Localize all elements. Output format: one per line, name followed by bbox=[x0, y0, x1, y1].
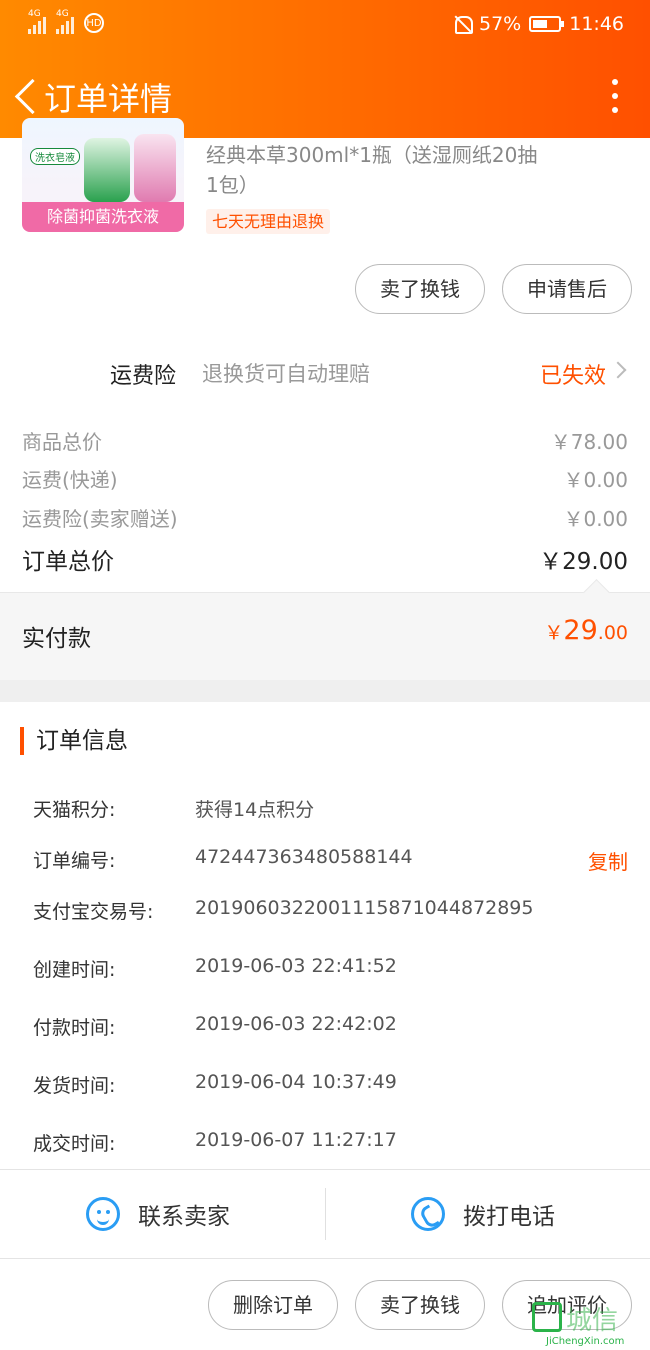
after-sales-button[interactable]: 申请售后 bbox=[502, 264, 632, 314]
status-bar: 4G 4G HD 57% 11:46 bbox=[0, 0, 650, 52]
delete-order-button[interactable]: 删除订单 bbox=[208, 1280, 338, 1330]
info-label: 付款时间: bbox=[33, 1017, 116, 1039]
price-row-insurance: 运费险(卖家赠送) ￥0.00 bbox=[22, 503, 628, 532]
shipping-insurance-row[interactable]: 运费险 退换货可自动理赔 已失效 bbox=[0, 342, 650, 404]
more-menu-icon[interactable] bbox=[608, 76, 622, 116]
phone-icon bbox=[411, 1197, 445, 1231]
info-value: 2019060322001115871044872895 bbox=[195, 897, 534, 919]
info-label: 天猫积分: bbox=[33, 799, 116, 821]
info-value: 2019-06-03 22:42:02 bbox=[195, 1013, 397, 1035]
battery-icon bbox=[529, 16, 565, 32]
watermark: 城信 JiChengXin.com bbox=[532, 1300, 650, 1350]
info-value: 2019-06-04 10:37:49 bbox=[195, 1071, 397, 1093]
price-label: 运费险(卖家赠送) bbox=[22, 507, 178, 531]
back-arrow-icon[interactable] bbox=[10, 76, 44, 116]
info-value: 472447363480588144 bbox=[195, 846, 413, 868]
order-total-value: ￥29.00 bbox=[539, 549, 628, 575]
amount-paid-box: 实付款 ￥29.00 bbox=[0, 592, 650, 680]
watermark-url: JiChengXin.com bbox=[546, 1336, 625, 1347]
mute-bell-icon bbox=[453, 14, 473, 34]
chat-icon bbox=[86, 1197, 120, 1231]
price-row-goods: 商品总价 ￥78.00 bbox=[22, 426, 628, 455]
amount-paid-label: 实付款 bbox=[22, 626, 91, 652]
call-phone-button[interactable]: 拨打电话 bbox=[411, 1194, 555, 1234]
price-value: ￥78.00 bbox=[550, 430, 628, 454]
return-policy-tag: 七天无理由退换 bbox=[206, 209, 331, 234]
contact-bar: 联系卖家 拨打电话 bbox=[0, 1169, 650, 1259]
amount-paid-value: ￥29.00 bbox=[544, 615, 628, 646]
product-title[interactable]: 经典本草300ml*1瓶（送湿厕纸20抽1包） bbox=[206, 140, 546, 200]
info-label: 支付宝交易号: bbox=[33, 901, 154, 923]
battery-percent: 57% bbox=[479, 13, 522, 35]
copy-order-number-button[interactable]: 复制 bbox=[588, 846, 628, 875]
price-row-shipping: 运费(快递) ￥0.00 bbox=[22, 464, 628, 493]
price-label: 商品总价 bbox=[22, 430, 102, 454]
order-total-label: 订单总价 bbox=[22, 549, 114, 575]
insurance-status: 已失效 bbox=[539, 364, 606, 389]
info-label: 订单编号: bbox=[33, 850, 116, 872]
divider bbox=[325, 1188, 326, 1240]
chevron-right-icon bbox=[609, 361, 627, 379]
info-label: 成交时间: bbox=[33, 1133, 116, 1155]
hd-icon: HD bbox=[84, 13, 104, 33]
price-label: 运费(快递) bbox=[22, 468, 118, 492]
clock: 11:46 bbox=[569, 13, 624, 35]
watermark-logo-icon bbox=[532, 1302, 562, 1332]
price-row-total: 订单总价 ￥29.00 bbox=[22, 542, 628, 576]
price-value: ￥0.00 bbox=[563, 468, 628, 492]
info-label: 发货时间: bbox=[33, 1075, 116, 1097]
bottle-green bbox=[84, 138, 130, 202]
signal-icon: 4G bbox=[28, 9, 46, 34]
info-value: 2019-06-07 11:27:17 bbox=[195, 1129, 397, 1151]
product-brand-badge: 洗衣皂液 bbox=[30, 148, 80, 165]
product-image-caption: 除菌抑菌洗衣液 bbox=[22, 202, 184, 232]
insurance-desc: 退换货可自动理赔 bbox=[202, 362, 370, 386]
bottle-pink bbox=[134, 134, 176, 202]
insurance-name: 运费险 bbox=[110, 364, 177, 389]
sell-for-cash-button[interactable]: 卖了换钱 bbox=[355, 264, 485, 314]
price-value: ￥0.00 bbox=[563, 507, 628, 531]
contact-seller-label: 联系卖家 bbox=[138, 1204, 230, 1230]
contact-seller-button[interactable]: 联系卖家 bbox=[86, 1194, 230, 1234]
page-title: 订单详情 bbox=[44, 80, 173, 118]
info-value: 获得14点积分 bbox=[195, 799, 315, 821]
product-image[interactable]: 洗衣皂液 除菌抑菌洗衣液 bbox=[22, 118, 184, 232]
section-divider bbox=[0, 680, 650, 702]
watermark-text: 城信 bbox=[566, 1306, 619, 1336]
sell-for-cash-button-bottom[interactable]: 卖了换钱 bbox=[355, 1280, 485, 1330]
info-label: 创建时间: bbox=[33, 959, 116, 981]
order-info-title: 订单信息 bbox=[20, 727, 128, 755]
signal-icon-2: 4G bbox=[56, 9, 74, 34]
call-phone-label: 拨打电话 bbox=[463, 1204, 555, 1230]
info-value: 2019-06-03 22:41:52 bbox=[195, 955, 397, 977]
